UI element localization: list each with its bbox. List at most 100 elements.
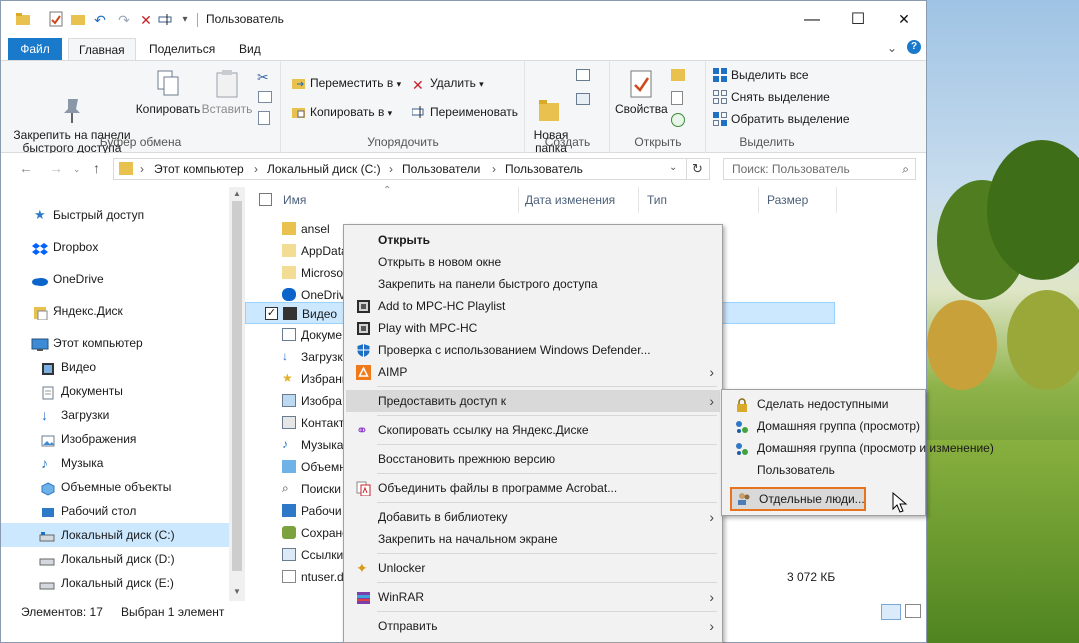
submenu-item-remove-access[interactable]: Сделать недоступными [724,393,923,415]
menu-item-acrobat-combine[interactable]: Объединить файлы в программе Acrobat... [346,477,720,499]
paste-button[interactable]: Вставить [201,69,253,116]
menu-item-mpc-playlist[interactable]: Add to MPC-HC Playlist [346,295,720,317]
images-icon [41,432,57,447]
scroll-thumb[interactable] [232,201,242,571]
nav-downloads[interactable]: ↓ Загрузки [1,403,229,427]
column-name[interactable]: Имя [283,193,306,207]
nav-this-pc[interactable]: Этот компьютер [1,331,229,355]
open-with-icon[interactable] [671,69,685,81]
tab-share[interactable]: Поделиться [139,38,225,60]
delete-button[interactable]: ✕ Удалить ▾ [412,73,484,93]
nav-drive-c[interactable]: Локальный диск (C:) [1,523,229,547]
back-button[interactable]: ← [19,160,33,176]
nav-documents[interactable]: Документы [1,379,229,403]
undo-icon[interactable]: ↶ [91,11,109,29]
nav-dropbox[interactable]: Dropbox [1,235,229,259]
tab-file[interactable]: Файл [8,38,62,60]
up-button[interactable]: ↑ [93,160,100,176]
breadcrumb-users[interactable]: Пользователи [402,162,480,176]
details-view-icon[interactable] [881,604,901,620]
easy-access-icon[interactable] [576,93,590,105]
menu-item-open-new-window[interactable]: Открыть в новом окне [346,251,720,273]
menu-item-add-library[interactable]: Добавить в библиотеку › [346,506,720,528]
submenu-item-homegroup-view[interactable]: Домашняя группа (просмотр) [724,415,923,437]
nav-video[interactable]: Видео [1,355,229,379]
copy-button[interactable]: Копировать [133,69,203,116]
cut-icon[interactable]: ✂ [257,69,269,86]
address-dropdown-icon[interactable]: ⌄ [669,162,677,173]
menu-item-mpc-play[interactable]: Play with MPC-HC [346,317,720,339]
nav-yandex-disk[interactable]: Яндекс.Диск [1,299,229,323]
close-button[interactable]: ✕ [881,1,926,38]
submenu-item-homegroup-edit[interactable]: Домашняя группа (просмотр и изменение) [724,437,994,459]
nav-3d-objects[interactable]: Объемные объекты [1,475,229,499]
help-icon[interactable]: ? [907,40,921,54]
redo-icon[interactable]: ↷ [115,11,133,29]
copy-to-button[interactable]: Копировать в ▾ [292,102,392,122]
select-all-button[interactable]: Выделить все [713,65,809,85]
customize-quick-access-icon[interactable]: ▾ [179,11,191,29]
maximize-button[interactable]: ☐ [835,1,881,38]
people-icon [737,492,751,506]
nav-onedrive[interactable]: OneDrive [1,267,229,291]
forward-button[interactable]: → [49,160,63,176]
large-icons-view-icon[interactable] [905,604,921,618]
menu-item-give-access[interactable]: Предоставить доступ к › [346,390,720,412]
nav-desktop[interactable]: Рабочий стол [1,499,229,523]
nav-images[interactable]: Изображения [1,427,229,451]
move-to-button[interactable]: Переместить в ▾ [292,73,401,93]
recent-locations-icon[interactable]: ⌄ [73,164,81,175]
invert-selection-button[interactable]: Обратить выделение [713,109,850,129]
tab-view[interactable]: Вид [229,38,271,60]
rename-button[interactable]: Переименовать [411,102,518,122]
new-folder-quick-icon[interactable] [69,11,87,29]
menu-item-winrar[interactable]: WinRAR › [346,586,720,608]
breadcrumb-user[interactable]: Пользователь [505,162,583,176]
row-checkbox[interactable]: ✓ [265,307,278,320]
new-item-icon[interactable] [576,69,590,81]
select-all-checkbox[interactable] [259,193,272,206]
nav-music[interactable]: ♪ Музыка [1,451,229,475]
history-icon[interactable] [671,113,685,127]
menu-separator [377,415,717,416]
tab-home[interactable]: Главная [68,38,136,61]
title-separator [197,13,198,27]
address-input[interactable]: › Этот компьютер › Локальный диск (C:) ›… [113,158,710,180]
menu-item-pin-start[interactable]: Закрепить на начальном экране [346,528,720,550]
properties-quick-icon[interactable] [47,11,65,29]
ribbon-expand-icon[interactable]: ⌄ [887,41,897,55]
menu-item-restore-version[interactable]: Восстановить прежнюю версию [346,448,720,470]
delete-quick-icon[interactable]: ✕ [137,11,155,29]
menu-item-defender[interactable]: Проверка с использованием Windows Defend… [346,339,720,361]
column-size[interactable]: Размер [767,193,808,207]
nav-quick-access[interactable]: ★ Быстрый доступ [1,203,229,227]
breadcrumb-computer[interactable]: Этот компьютер [154,162,244,176]
scroll-up-icon[interactable]: ▲ [233,189,241,198]
menu-item-aimp[interactable]: AIMP › [346,361,720,383]
edit-icon[interactable] [671,91,683,105]
paste-shortcut-icon[interactable] [258,111,270,125]
submenu-item-user[interactable]: Пользователь [724,459,923,481]
refresh-icon[interactable]: ↻ [686,159,708,179]
menu-item-yandex-link[interactable]: ⚭ Скопировать ссылку на Яндекс.Диске [346,419,720,441]
nav-drive-e[interactable]: Локальный диск (E:) [1,571,229,595]
nav-drive-d[interactable]: Локальный диск (D:) [1,547,229,571]
submenu-item-specific-people[interactable]: Отдельные люди... [730,487,866,511]
title-bar: ↶ ↷ ✕ ▾ Пользователь — ☐ ✕ [1,1,926,38]
menu-item-unlocker[interactable]: ✦ Unlocker [346,557,720,579]
scroll-down-icon[interactable]: ▼ [233,587,241,596]
rename-quick-icon[interactable] [157,11,175,29]
column-date[interactable]: Дата изменения [525,193,615,207]
menu-item-open[interactable]: Открыть [346,229,720,251]
minimize-button[interactable]: — [789,1,835,38]
nav-scrollbar[interactable]: ▲ ▼ [229,187,245,601]
properties-button[interactable]: Свойства [615,69,668,116]
menu-item-send-to[interactable]: Отправить › [346,615,720,637]
search-input[interactable]: Поиск: Пользователь ⌕ [723,158,916,180]
group-label-clipboard: Буфер обмена [99,135,182,149]
menu-item-pin-quick-access[interactable]: Закрепить на панели быстрого доступа [346,273,720,295]
select-none-button[interactable]: Снять выделение [713,87,830,107]
breadcrumb-drive[interactable]: Локальный диск (C:) [267,162,381,176]
column-type[interactable]: Тип [647,193,667,207]
copy-path-icon[interactable] [258,91,272,103]
